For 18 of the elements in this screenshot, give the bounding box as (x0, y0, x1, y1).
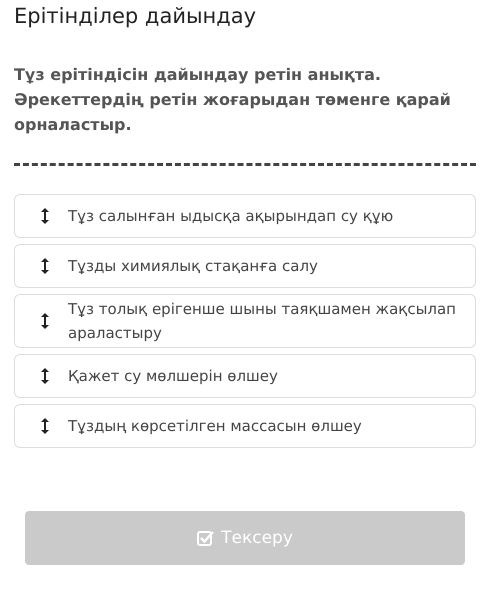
sortable-item[interactable]: Қажет су мөлшерін өлшеу (14, 354, 476, 398)
question-text: Тұз ерітіндісін дайындау ретін анықта. Әрекеттердің ретін жоғарыдан төменге қарай орналастыр. (14, 64, 452, 136)
item-text: Тұз салынған ыдысқа ақырындап су құю (68, 206, 394, 227)
vertical-arrows-icon (40, 417, 50, 435)
vertical-arrows-icon (40, 367, 50, 385)
item-text: Тұзды химиялық стақанға салу (68, 256, 319, 277)
sortable-item[interactable]: Тұз толық ерігенше шыны таяқшамен жақсылап араластыру (14, 294, 476, 348)
vertical-arrows-icon (40, 312, 50, 330)
item-text: Қажет су мөлшерін өлшеу (68, 366, 279, 387)
sortable-item[interactable]: Тұзды химиялық стақанға салу (14, 244, 476, 288)
sortable-item[interactable]: Тұздың көрсетілген массасын өлшеу (14, 404, 476, 448)
checkbox-icon (197, 530, 216, 546)
page-title: Ерітінділер дайындау (14, 3, 258, 30)
item-text: Тұз толық ерігенше шыны таяқшамен жақсылап араластыру (68, 299, 457, 344)
sortable-item[interactable]: Тұз салынған ыдысқа ақырындап су құю (14, 194, 476, 238)
vertical-arrows-icon (40, 207, 50, 225)
vertical-arrows-icon (40, 257, 50, 275)
item-text: Тұздың көрсетілген массасын өлшеу (68, 416, 363, 437)
